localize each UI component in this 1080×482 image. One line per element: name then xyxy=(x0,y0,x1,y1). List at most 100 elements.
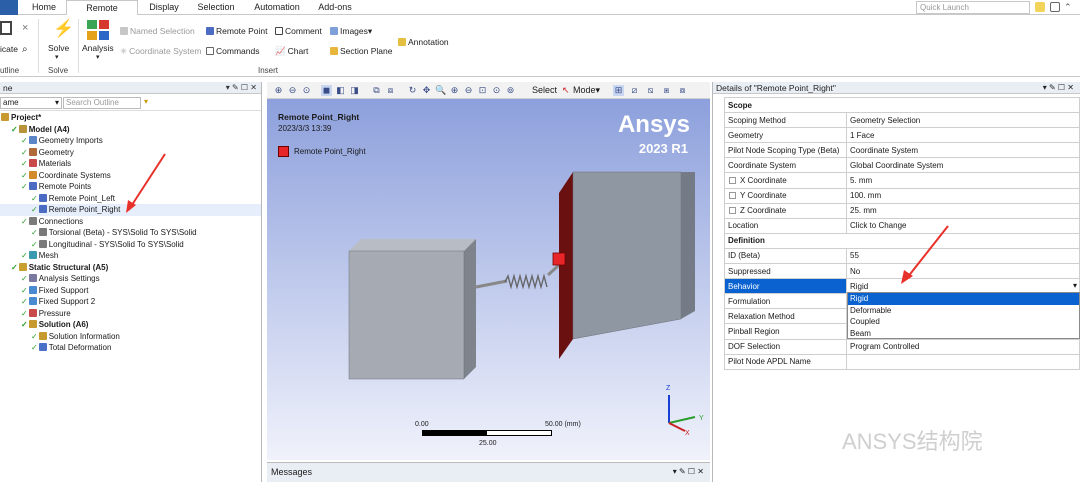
analysis-button[interactable]: Analysis xyxy=(82,43,114,53)
tab-automation[interactable]: Automation xyxy=(246,0,308,15)
property-value[interactable]: Program Controlled xyxy=(846,338,1080,355)
chart-button[interactable]: 📈 Chart xyxy=(275,46,308,57)
solve-button[interactable]: Solve xyxy=(48,43,69,53)
images-button[interactable]: Images▾ xyxy=(330,26,372,37)
outline-tree-item[interactable]: ✓ Analysis Settings xyxy=(0,273,261,285)
cube-icon[interactable]: ◧ xyxy=(335,85,346,96)
cube-icon[interactable]: ◨ xyxy=(349,85,360,96)
property-value[interactable]: Click to Change xyxy=(846,217,1080,234)
named-selection-button[interactable]: Named Selection xyxy=(120,26,195,36)
property-value[interactable]: Global Coordinate System xyxy=(846,157,1080,174)
zoom-fit-icon[interactable]: ⊡ xyxy=(477,85,488,96)
outline-tree-item[interactable]: ✓ Pressure xyxy=(0,308,261,320)
cursor-icon[interactable]: ↖ xyxy=(562,85,570,96)
details-section-header[interactable]: Scope xyxy=(724,96,1080,114)
select-vertex-icon[interactable]: ⊞ xyxy=(613,85,624,96)
cube-icon[interactable]: ◼ xyxy=(321,85,332,96)
section-plane-button[interactable]: Section Plane xyxy=(330,46,392,56)
outline-tree-item[interactable]: ✓ Fixed Support 2 xyxy=(0,296,261,308)
details-row[interactable]: DOF Selection Program Controlled xyxy=(724,338,1080,355)
zoom-box-icon[interactable]: ⊙ xyxy=(301,85,312,96)
tab-display[interactable]: Display xyxy=(142,0,186,15)
filter-dropdown-icon[interactable]: ▾ xyxy=(144,97,148,106)
expand-icon[interactable]: ⌃ xyxy=(1064,2,1076,12)
details-row[interactable]: Coordinate System Global Coordinate Syste… xyxy=(724,157,1080,174)
select-button[interactable]: Select xyxy=(532,85,557,96)
tab-home[interactable]: Home xyxy=(26,0,62,15)
outline-tree-item[interactable]: ✓ Solution Information xyxy=(0,331,261,343)
outline-tree-item[interactable]: ✓ Geometry Imports xyxy=(0,135,261,147)
search-outline-input[interactable]: Search Outline xyxy=(63,97,141,109)
file-menu-button[interactable] xyxy=(0,0,18,15)
details-row[interactable]: Pilot Node APDL Name xyxy=(724,353,1080,370)
duplicate-icon[interactable] xyxy=(0,21,12,35)
annotation-button[interactable]: Annotation xyxy=(398,37,449,47)
duplicate-label[interactable]: icate xyxy=(0,44,18,54)
graphics-viewport[interactable]: Remote Point_Right 2023/3/3 13:39 Remote… xyxy=(267,99,710,460)
behavior-option[interactable]: Deformable xyxy=(848,305,1079,317)
view-icon[interactable]: ⧉ xyxy=(371,85,382,96)
chevron-down-icon[interactable]: ▾ xyxy=(96,53,100,61)
panel-controls-icon[interactable]: ▾ ✎ ☐ ✕ xyxy=(673,467,704,476)
rotate-icon[interactable]: ↻ xyxy=(407,85,418,96)
details-row[interactable]: Geometry 1 Face xyxy=(724,127,1080,144)
coordinate-system-button[interactable]: ✳ Coordinate System xyxy=(120,46,201,57)
parameter-checkbox[interactable] xyxy=(729,177,736,185)
behavior-dropdown-list[interactable]: Rigid Deformable Coupled Beam xyxy=(847,292,1080,339)
panel-controls-icon[interactable]: ▾ ✎ ☐ ✕ xyxy=(226,82,257,94)
property-value[interactable]: 100. mm xyxy=(846,187,1080,204)
select-edge-icon[interactable]: ⧄ xyxy=(629,85,640,96)
outline-tree-item[interactable]: ✓ Total Deformation xyxy=(0,342,261,354)
outline-tree-item[interactable]: Project* xyxy=(0,112,261,124)
details-row[interactable]: X Coordinate 5. mm xyxy=(724,172,1080,189)
lightbulb-icon[interactable] xyxy=(1035,2,1045,12)
messages-panel[interactable]: Messages ▾ ✎ ☐ ✕ xyxy=(267,462,710,482)
name-filter-select[interactable]: ame ▾ xyxy=(0,97,62,109)
panel-controls-icon[interactable]: ▾ ✎ ☐ ✕ xyxy=(1043,82,1074,94)
close-icon[interactable]: × xyxy=(22,22,28,34)
outline-tree-item[interactable]: ✓ Solution (A6) xyxy=(0,319,261,331)
select-body-icon[interactable]: ⧆ xyxy=(661,85,672,96)
select-node-icon[interactable]: ⧇ xyxy=(677,85,688,96)
zoom-icon[interactable]: ⊖ xyxy=(287,85,298,96)
commands-button[interactable]: Commands xyxy=(206,46,259,56)
outline-tree-item[interactable]: ✓ Connections xyxy=(0,216,261,228)
outline-tree-item[interactable]: ✓ Fixed Support xyxy=(0,285,261,297)
zoom-icon[interactable]: ⊕ xyxy=(449,85,460,96)
help-icon[interactable] xyxy=(1050,2,1060,12)
zoom-icon[interactable]: ⊕ xyxy=(273,85,284,96)
details-row[interactable]: Y Coordinate 100. mm xyxy=(724,187,1080,204)
tab-remote-points[interactable]: Remote Points xyxy=(66,0,138,28)
tab-add-ons[interactable]: Add-ons xyxy=(312,0,358,15)
analysis-icon[interactable] xyxy=(87,20,111,42)
chevron-down-icon[interactable]: ▾ xyxy=(55,53,59,61)
parameter-checkbox[interactable] xyxy=(729,192,736,200)
outline-tree-item[interactable]: ✓ Mesh xyxy=(0,250,261,262)
dropdown-arrow-icon[interactable]: ▾ xyxy=(1073,281,1077,290)
search-icon[interactable]: ⌕ xyxy=(22,44,28,55)
quick-launch-input[interactable]: Quick Launch xyxy=(916,1,1030,14)
behavior-option[interactable]: Coupled xyxy=(848,316,1079,328)
property-value[interactable] xyxy=(846,353,1080,370)
property-value[interactable]: 25. mm xyxy=(846,202,1080,219)
zoom-icon[interactable]: ⊙ xyxy=(491,85,502,96)
behavior-option[interactable]: Rigid xyxy=(848,293,1079,305)
details-row[interactable]: Z Coordinate 25. mm xyxy=(724,202,1080,219)
mode-dropdown[interactable]: Mode▾ xyxy=(573,85,600,96)
solve-lightning-icon[interactable]: ⚡ xyxy=(53,20,74,38)
outline-tree-item[interactable]: ✓ Longitudinal - SYS\Solid To SYS\Solid xyxy=(0,239,261,251)
remote-point-button[interactable]: Remote Point xyxy=(206,26,268,36)
property-value[interactable]: Geometry Selection xyxy=(846,112,1080,129)
view-icon[interactable]: ⧈ xyxy=(385,85,396,96)
parameter-checkbox[interactable] xyxy=(729,207,736,215)
zoom-icon[interactable]: ⊖ xyxy=(463,85,474,96)
property-value[interactable]: Coordinate System xyxy=(846,142,1080,159)
outline-tree-item[interactable]: ✓ Model (A4) xyxy=(0,124,261,136)
details-row[interactable]: Scoping Method Geometry Selection xyxy=(724,112,1080,129)
select-face-icon[interactable]: ⧅ xyxy=(645,85,656,96)
property-value[interactable]: 1 Face xyxy=(846,127,1080,144)
tab-selection[interactable]: Selection xyxy=(190,0,242,15)
property-value[interactable]: 55 xyxy=(846,247,1080,265)
property-value[interactable]: No xyxy=(846,263,1080,280)
comment-button[interactable]: Comment xyxy=(275,26,322,36)
